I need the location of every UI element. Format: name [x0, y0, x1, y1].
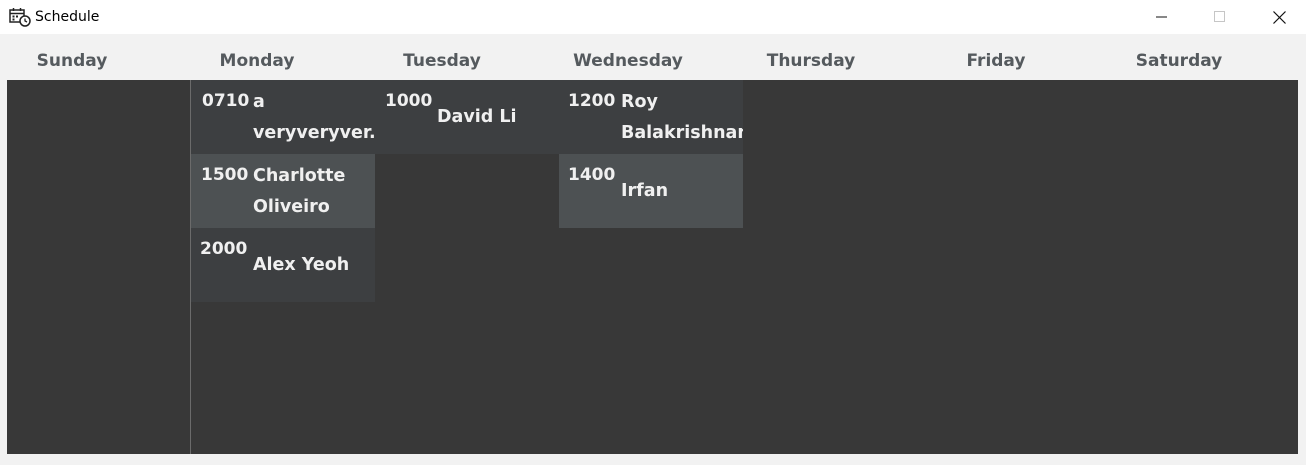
day-header-row: Sunday Monday Tuesday Wednesday Thursday…: [0, 34, 1306, 80]
window-title: Schedule: [35, 9, 100, 25]
slot-name: Irfan Ibrahim: [621, 181, 669, 201]
slot-time: 2000: [200, 239, 248, 259]
schedule-slot[interactable]: 1500 Charlotte Oliveiro: [191, 154, 375, 228]
slot-name: Alex Yeoh: [253, 255, 350, 275]
day-header-sunday: Sunday: [36, 51, 108, 71]
day-header-friday: Friday: [966, 51, 1026, 71]
schedule-slot[interactable]: 2000 Alex Yeoh: [191, 228, 375, 302]
day-header-tuesday: Tuesday: [403, 51, 481, 71]
day-header-wednesday: Wednesday: [573, 51, 683, 71]
maximize-icon: [1214, 11, 1226, 23]
title-bar: Schedule: [0, 0, 1306, 34]
day-header-saturday: Saturday: [1135, 51, 1223, 71]
slot-time: 1000: [385, 91, 433, 111]
minimize-icon: [1156, 11, 1168, 23]
slot-time: 0710: [202, 91, 250, 111]
slot-time: 1500: [201, 165, 249, 185]
close-icon: [1272, 10, 1286, 24]
slot-name: Charlotte Oliveiro: [253, 166, 346, 217]
calendar-clock-icon: [9, 7, 31, 27]
schedule-slot[interactable]: 1200 Roy Balakrishnan: [559, 80, 743, 154]
day-header-monday: Monday: [219, 51, 295, 71]
slot-name: David Li: [437, 107, 517, 127]
minimize-button[interactable]: [1139, 0, 1185, 34]
close-button[interactable]: [1256, 0, 1302, 34]
schedule-slot[interactable]: 1400 Irfan Ibrahim: [559, 154, 743, 228]
maximize-button[interactable]: [1197, 0, 1243, 34]
day-header-thursday: Thursday: [766, 51, 856, 71]
slot-time: 1400: [568, 165, 616, 185]
schedule-slot[interactable]: 0710 a veryveryver...: [191, 80, 375, 154]
slot-name: a veryveryver...: [253, 92, 375, 143]
schedule-slot[interactable]: 1000 David Li: [375, 80, 559, 154]
slot-time: 1200: [568, 91, 616, 111]
slot-name: Roy Balakrishnan: [621, 92, 743, 143]
